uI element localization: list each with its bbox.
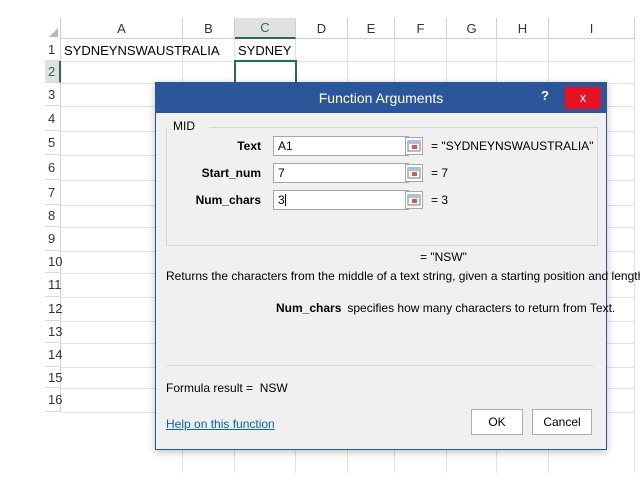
select-all-triangle-icon [49, 28, 58, 37]
parameter-help-text: specifies how many characters to return … [347, 301, 616, 315]
arg-result-num-chars: = 3 [431, 193, 449, 207]
column-header-d[interactable]: D [296, 18, 348, 39]
formula-result-label: Formula result = [166, 381, 254, 395]
row-header-12[interactable]: 12 [45, 297, 62, 321]
row-header-10[interactable]: 10 [45, 251, 62, 273]
formula-result-value: NSW [259, 381, 288, 395]
help-on-function-link[interactable]: Help on this function [166, 417, 275, 431]
row-header-3[interactable]: 3 [45, 83, 61, 106]
text-arg-input[interactable]: A1 [273, 136, 409, 156]
column-header-f[interactable]: F [395, 18, 447, 39]
function-group-box: MID Text A1 = "SYDNEYNSWAUSTRALIA" Start… [166, 119, 598, 246]
ok-button[interactable]: OK [471, 409, 523, 435]
cancel-button[interactable]: Cancel [532, 409, 592, 435]
arg-result-text: = "SYDNEYNSWAUSTRALIA" [431, 139, 594, 153]
parameter-description: Num_chars specifies how many characters t… [276, 301, 615, 315]
function-arguments-dialog: Function Arguments ? x MID Text A1 = "SY… [155, 82, 640, 450]
close-button[interactable]: x [565, 87, 601, 109]
row-header-4[interactable]: 4 [45, 106, 61, 131]
formula-result: Formula result = NSW [166, 381, 288, 395]
num-chars-value: 3 [278, 193, 285, 207]
gridline [634, 39, 635, 473]
column-header-h[interactable]: H [497, 18, 549, 39]
arg-label-text: Text [237, 139, 261, 153]
row-header-5[interactable]: 5 [45, 131, 61, 155]
column-header-a[interactable]: A [61, 18, 183, 39]
row-header-9[interactable]: 9 [45, 227, 61, 251]
arg-result-start-num: = 7 [431, 166, 449, 180]
separator [166, 365, 594, 366]
select-all-corner[interactable] [45, 18, 61, 40]
column-header-row: A B C D E F G H I [45, 18, 635, 40]
row-header-7[interactable]: 7 [45, 180, 61, 205]
active-cell-c2[interactable] [234, 60, 297, 84]
row-header-2[interactable]: 2 [45, 61, 61, 83]
column-header-e[interactable]: E [348, 18, 395, 39]
row-header-13[interactable]: 13 [45, 321, 62, 343]
column-header-i[interactable]: I [549, 18, 635, 39]
text-cursor [284, 194, 286, 206]
column-header-g[interactable]: G [447, 18, 497, 39]
function-result: = "NSW" [420, 250, 467, 264]
collapse-dialog-icon[interactable] [405, 137, 423, 155]
arg-label-num-chars: Num_chars [195, 193, 261, 207]
group-border [209, 127, 597, 128]
function-description: Returns the characters from the middle o… [166, 269, 640, 283]
row-header-8[interactable]: 8 [45, 205, 61, 227]
row-header-14[interactable]: 14 [45, 343, 62, 367]
start-num-arg-input[interactable]: 7 [273, 163, 409, 183]
cell-a1[interactable]: SYDNEYNSWAUSTRALIA [64, 43, 220, 58]
parameter-name: Num_chars [276, 301, 342, 315]
arg-label-start-num: Start_num [201, 166, 261, 180]
cell-c1[interactable]: SYDNEY [238, 43, 291, 58]
collapse-dialog-icon[interactable] [405, 191, 423, 209]
help-icon[interactable]: ? [536, 85, 554, 107]
row-header-11[interactable]: 11 [45, 273, 62, 297]
num-chars-arg-input[interactable]: 3 [273, 190, 409, 210]
row-header-15[interactable]: 15 [45, 367, 62, 388]
function-name: MID [171, 119, 197, 133]
collapse-dialog-icon[interactable] [405, 164, 423, 182]
dialog-title-bar[interactable]: Function Arguments ? x [156, 83, 606, 113]
column-header-c[interactable]: C [235, 18, 296, 39]
column-header-b[interactable]: B [183, 18, 235, 39]
row-header-1[interactable]: 1 [45, 39, 61, 61]
row-header-16[interactable]: 16 [45, 388, 62, 412]
row-header-6[interactable]: 6 [45, 155, 61, 180]
